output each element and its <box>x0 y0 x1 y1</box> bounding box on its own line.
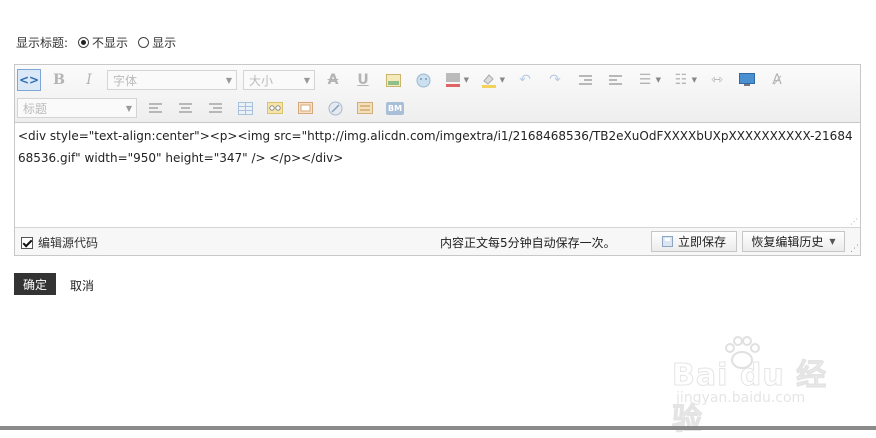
bullet-list-button[interactable]: ☰ ▼ <box>633 69 661 91</box>
chevron-down-icon: ▼ <box>691 76 697 84</box>
code-block-icon <box>357 102 373 114</box>
redo-button[interactable]: ↷ <box>543 69 567 91</box>
bullet-list-icon: ☰ <box>638 72 652 88</box>
outdent-button[interactable] <box>603 69 627 91</box>
radio-checked-icon[interactable] <box>78 36 90 48</box>
watermark-url: jingyan.baidu.com <box>676 390 806 406</box>
emoticon-button[interactable] <box>411 69 435 91</box>
insert-link-button[interactable] <box>323 97 347 119</box>
chevron-down-icon: ▼ <box>829 237 836 246</box>
preview-button[interactable] <box>263 97 287 119</box>
autosave-notice: 内容正文每5分钟自动保存一次。 <box>440 236 616 250</box>
bold-button[interactable]: B <box>47 69 71 91</box>
numbered-list-icon: ☷ <box>674 72 688 88</box>
radio-hide-title-label[interactable]: 不显示 <box>92 34 128 51</box>
radio-unchecked-icon[interactable] <box>138 36 150 48</box>
horizontal-rule-button[interactable]: ⇿ <box>705 69 729 91</box>
chevron-down-icon: ▼ <box>225 75 232 85</box>
code-icon: <> <box>18 73 40 87</box>
emoticon-icon <box>416 73 430 87</box>
align-right-button[interactable] <box>203 97 227 119</box>
video-icon <box>739 73 755 86</box>
redo-icon: ↷ <box>549 72 561 88</box>
chevron-down-icon: ▼ <box>655 76 661 84</box>
chevron-down-icon: ▼ <box>303 75 310 85</box>
link-icon <box>328 101 342 115</box>
insert-table-button[interactable] <box>233 97 257 119</box>
underline-button[interactable]: U <box>351 69 375 91</box>
save-now-button[interactable]: 立即保存 <box>651 231 737 252</box>
radio-hide-title[interactable]: 不显示 <box>78 34 128 51</box>
highlight-color-icon <box>482 74 496 88</box>
underline-icon: U <box>357 72 369 88</box>
image-icon <box>385 73 401 87</box>
source-code-textarea[interactable]: <div style="text-align:center"><p><img s… <box>15 123 860 229</box>
save-disk-icon <box>661 236 673 247</box>
chevron-down-icon: ▼ <box>125 103 132 113</box>
editor-resize-grip-icon[interactable]: ⋰ <box>850 244 859 254</box>
align-right-icon <box>208 103 222 113</box>
radio-show-title-label[interactable]: 显示 <box>152 34 176 51</box>
edit-source-label[interactable]: 编辑源代码 <box>38 234 98 251</box>
italic-button[interactable]: I <box>77 69 101 91</box>
strikethrough-icon: A <box>327 72 339 88</box>
horizontal-rule-icon: ⇿ <box>711 72 723 88</box>
numbered-list-button[interactable]: ☷ ▼ <box>669 69 697 91</box>
font-family-select[interactable]: 字体 ▼ <box>107 70 237 90</box>
baidu-jingyan-watermark: Bai du 经验 jingyan.baidu.com <box>672 336 832 438</box>
rich-text-editor: <> B I 字体 ▼ 大小 ▼ A U ▼ ▼ ↶ ↷ ☰ ▼ ☷ ▼ ⇿ A… <box>14 64 861 256</box>
align-left-button[interactable] <box>143 97 167 119</box>
glasses-icon <box>267 102 283 114</box>
font-family-placeholder: 字体 <box>113 73 138 88</box>
title-display-option: 显示标题: 不显示 显示 <box>16 33 186 51</box>
align-left-icon <box>148 103 162 113</box>
clear-format-icon: A̷ <box>772 72 782 88</box>
toolbar-row-1: <> B I 字体 ▼ 大小 ▼ A U ▼ ▼ ↶ ↷ ☰ ▼ ☷ ▼ ⇿ A… <box>17 68 795 92</box>
toolbar-row-2: 标题 ▼ BM <box>17 96 413 120</box>
italic-icon: I <box>86 72 92 88</box>
insert-frame-button[interactable] <box>293 97 317 119</box>
chevron-down-icon: ▼ <box>499 76 505 84</box>
indent-button[interactable] <box>573 69 597 91</box>
undo-button[interactable]: ↶ <box>513 69 537 91</box>
indent-icon <box>578 75 592 85</box>
insert-image-button[interactable] <box>381 69 405 91</box>
insert-code-button[interactable] <box>353 97 377 119</box>
restore-history-dropdown[interactable]: 恢复编辑历史 ▼ <box>742 231 845 252</box>
restore-history-label: 恢复编辑历史 <box>751 235 824 249</box>
font-color-button[interactable]: ▼ <box>441 69 469 91</box>
clear-format-button[interactable]: A̷ <box>765 69 789 91</box>
highlight-color-button[interactable]: ▼ <box>477 69 505 91</box>
heading-placeholder: 标题 <box>23 101 48 116</box>
align-center-button[interactable] <box>173 97 197 119</box>
textarea-resize-grip-icon[interactable]: ⋰ <box>850 217 858 226</box>
confirm-button[interactable]: 确定 <box>14 273 56 295</box>
save-now-label: 立即保存 <box>677 235 726 249</box>
edit-source-checkbox[interactable]: 编辑源代码 <box>21 234 98 251</box>
undo-icon: ↶ <box>519 72 531 88</box>
strikethrough-button[interactable]: A <box>321 69 345 91</box>
bold-icon: B <box>53 72 65 88</box>
heading-select[interactable]: 标题 ▼ <box>17 98 137 118</box>
source-code-toggle-button[interactable]: <> <box>17 69 41 91</box>
font-size-select[interactable]: 大小 ▼ <box>243 70 315 90</box>
cancel-link[interactable]: 取消 <box>70 277 94 294</box>
outdent-icon <box>608 75 622 85</box>
editor-toolbar: <> B I 字体 ▼ 大小 ▼ A U ▼ ▼ ↶ ↷ ☰ ▼ ☷ ▼ ⇿ A… <box>15 65 860 123</box>
bm-button[interactable]: BM <box>383 97 407 119</box>
font-color-icon <box>446 73 460 87</box>
title-display-label: 显示标题: <box>16 35 69 50</box>
table-icon <box>237 101 253 115</box>
align-center-icon <box>178 103 192 113</box>
bottom-scroll-edge <box>0 426 876 430</box>
font-size-placeholder: 大小 <box>249 73 274 88</box>
radio-show-title[interactable]: 显示 <box>138 34 176 51</box>
insert-video-button[interactable] <box>735 69 759 91</box>
frame-icon <box>297 102 313 114</box>
editor-status-bar: 编辑源代码 内容正文每5分钟自动保存一次。 立即保存 恢复编辑历史 ▼ ⋰ <box>15 227 860 255</box>
bm-icon: BM <box>385 101 405 115</box>
chevron-down-icon: ▼ <box>463 76 469 84</box>
checkbox-checked-icon[interactable] <box>21 236 33 249</box>
